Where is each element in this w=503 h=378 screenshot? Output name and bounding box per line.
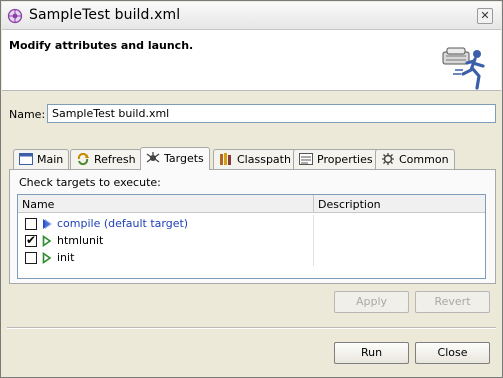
common-icon	[382, 153, 394, 165]
table-row[interactable]: ✔ htmlunit	[18, 232, 485, 249]
window-title: SampleTest build.xml	[29, 7, 181, 23]
tab-common-label: Common	[399, 153, 449, 166]
table-cell-name: ✔ htmlunit	[18, 232, 314, 249]
target-checkbox[interactable]	[25, 252, 37, 264]
targets-tab-panel: Check targets to execute: Name Descripti…	[9, 169, 496, 284]
launch-configuration-dialog: SampleTest build.xml ✕ Modify attributes…	[0, 0, 503, 378]
target-checkbox[interactable]	[25, 218, 37, 230]
target-name: init	[57, 251, 75, 264]
revert-button[interactable]: Revert	[415, 291, 490, 313]
tab-properties-label: Properties	[317, 153, 373, 166]
tab-properties[interactable]: Properties	[293, 149, 379, 169]
targets-caption: Check targets to execute:	[19, 176, 161, 189]
target-icon	[42, 252, 52, 264]
name-field[interactable]	[47, 104, 496, 123]
tab-classpath-label: Classpath	[237, 153, 291, 166]
target-icon	[42, 235, 52, 247]
tab-main[interactable]: Main	[13, 149, 70, 169]
target-checkbox[interactable]: ✔	[25, 233, 37, 247]
table-cell-name: compile (default target)	[18, 215, 314, 232]
name-label: Name:	[9, 108, 46, 121]
apply-button[interactable]: Apply	[334, 291, 409, 313]
default-target-icon	[43, 219, 52, 229]
targets-icon	[146, 152, 160, 163]
run-button[interactable]: Run	[334, 342, 409, 364]
check-mark-icon: ✔	[26, 233, 37, 247]
column-header-description[interactable]: Description	[314, 195, 485, 213]
column-header-name[interactable]: Name	[18, 195, 314, 213]
tab-refresh[interactable]: Refresh	[70, 149, 142, 169]
main-tab-icon	[19, 153, 33, 165]
tab-main-label: Main	[37, 153, 64, 166]
divider	[7, 327, 496, 329]
targets-table: Name Description compile (default target…	[17, 194, 486, 279]
properties-icon	[299, 153, 313, 165]
target-name: htmlunit	[57, 234, 104, 247]
tab-targets-label: Targets	[164, 152, 204, 165]
table-row[interactable]: compile (default target)	[18, 215, 485, 232]
title-bar[interactable]: SampleTest build.xml ✕	[2, 2, 501, 30]
tab-refresh-label: Refresh	[94, 153, 136, 166]
tab-common[interactable]: Common	[375, 149, 455, 169]
classpath-icon	[220, 153, 231, 165]
close-button[interactable]: Close	[415, 342, 490, 364]
banner: Modify attributes and launch.	[2, 30, 501, 91]
app-icon	[7, 8, 23, 24]
table-row[interactable]: init	[18, 249, 485, 266]
running-man-launch-icon	[442, 47, 485, 90]
refresh-icon	[77, 153, 89, 165]
tab-classpath[interactable]: Classpath	[213, 149, 297, 169]
table-cell-name: init	[18, 249, 314, 266]
close-window-button[interactable]: ✕	[477, 8, 493, 24]
tab-targets[interactable]: Targets	[140, 147, 210, 170]
banner-title: Modify attributes and launch.	[9, 39, 194, 52]
target-name: compile (default target)	[57, 217, 189, 230]
